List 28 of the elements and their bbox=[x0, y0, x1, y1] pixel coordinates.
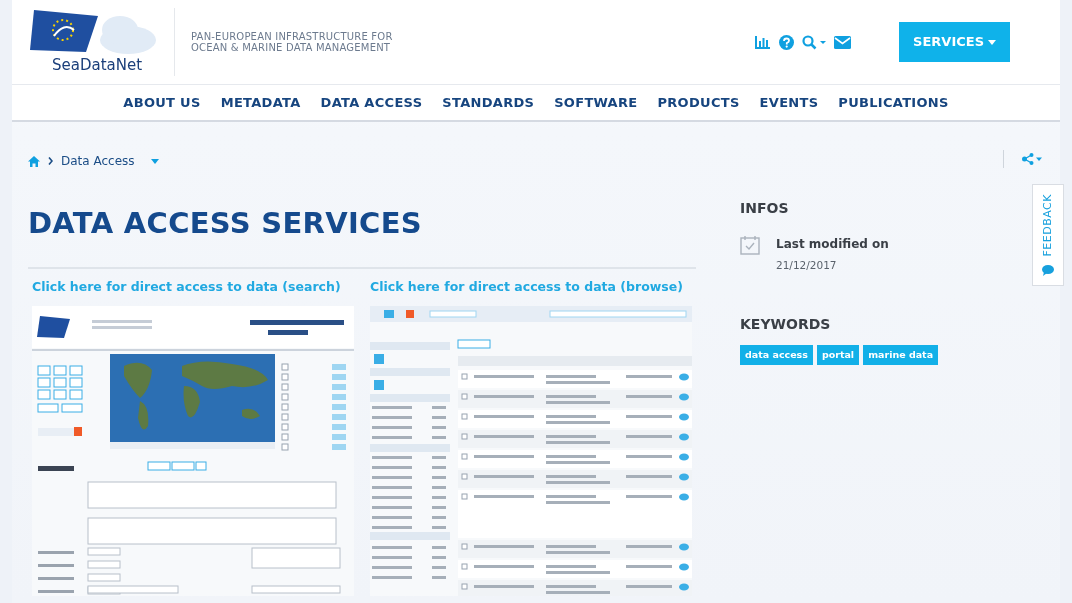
chat-bubble-icon bbox=[1042, 264, 1054, 276]
nav-link[interactable]: EVENTS bbox=[759, 92, 819, 113]
calendar-icon bbox=[740, 235, 760, 255]
page-title: DATA ACCESS SERVICES bbox=[28, 206, 423, 241]
logo-text: SeaDataNet bbox=[52, 54, 143, 76]
tagline-text: PAN-EUROPEAN INFRASTRUCTURE FOR OCEAN & MARINE DATA MANAGEMENT bbox=[191, 30, 393, 54]
nav-link[interactable]: ABOUT US bbox=[123, 92, 201, 113]
help-icon[interactable] bbox=[779, 34, 795, 50]
last-modified-date: 21/12/2017 bbox=[776, 258, 838, 273]
nav-link[interactable]: PRODUCTS bbox=[657, 92, 740, 113]
nav-link[interactable]: SOFTWARE bbox=[554, 92, 638, 113]
caret-icon bbox=[988, 39, 996, 45]
breadcrumb-link[interactable]: Data Access bbox=[61, 152, 135, 170]
nav-link[interactable]: PUBLICATIONS bbox=[838, 92, 949, 113]
chevron-right-icon bbox=[48, 157, 53, 165]
nav-link[interactable]: METADATA bbox=[220, 92, 301, 113]
envelope-icon[interactable] bbox=[834, 35, 852, 49]
search-icon[interactable] bbox=[802, 34, 827, 50]
flag-cloud-logo-icon bbox=[28, 7, 158, 54]
home-icon[interactable] bbox=[28, 155, 40, 167]
nav-link[interactable]: STANDARDS bbox=[442, 92, 535, 113]
keywords-heading: KEYWORDS bbox=[740, 314, 832, 334]
nav-link[interactable]: DATA ACCESS bbox=[320, 92, 423, 113]
caret-icon[interactable] bbox=[150, 158, 159, 164]
last-modified-label: Last modified on bbox=[776, 236, 889, 253]
share-icon[interactable] bbox=[1022, 153, 1042, 165]
infos-heading: INFOS bbox=[740, 199, 790, 218]
bar-chart-icon[interactable] bbox=[755, 35, 772, 49]
